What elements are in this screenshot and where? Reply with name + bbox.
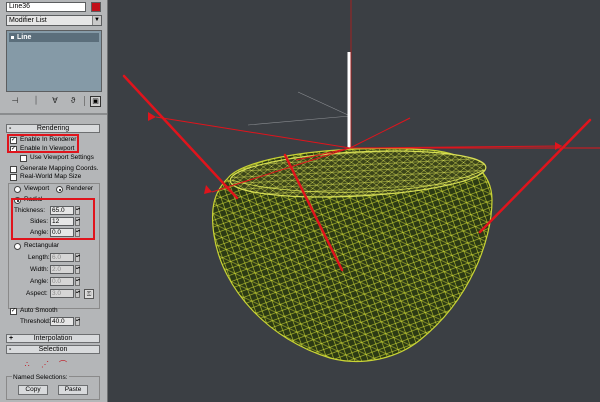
- selection-rollout-header[interactable]: - Selection: [6, 345, 100, 354]
- rect-angle-label: Angle:: [30, 278, 49, 285]
- auto-smooth-label: Auto Smooth: [20, 307, 58, 314]
- rectangular-radio[interactable]: [14, 243, 21, 250]
- width-input[interactable]: 2.0: [50, 265, 74, 274]
- stack-bullet-icon: [11, 36, 14, 39]
- use-viewport-settings-checkbox[interactable]: [20, 155, 27, 162]
- stack-item-label: Line: [17, 34, 32, 41]
- aspect-label: Aspect:: [26, 290, 48, 297]
- chevron-down-icon[interactable]: ▼: [92, 16, 101, 25]
- rendering-rollout-header[interactable]: - Rendering: [6, 124, 100, 133]
- segment-select-icon[interactable]: ⋰: [40, 360, 50, 370]
- rect-angle-input[interactable]: 0.0: [50, 277, 74, 286]
- toolbar-divider: [84, 96, 85, 106]
- rollout-title: Rendering: [36, 125, 70, 132]
- vertex-select-icon[interactable]: ∴: [22, 360, 32, 370]
- copy-button[interactable]: Copy: [18, 385, 48, 395]
- paste-button[interactable]: Paste: [58, 385, 88, 395]
- width-spinner-icon[interactable]: ▴▾: [75, 265, 80, 274]
- length-label: Length:: [28, 254, 50, 261]
- highlight-enable-box: [7, 134, 79, 153]
- object-color-swatch[interactable]: [91, 2, 101, 12]
- rollout-title: Selection: [38, 346, 68, 353]
- highlight-radial-box: [11, 198, 95, 240]
- rollout-title: Interpolation: [33, 335, 73, 342]
- aspect-spinner-icon[interactable]: ▴▾: [75, 289, 80, 298]
- rect-angle-spinner-icon[interactable]: ▴▾: [75, 277, 80, 286]
- rectangular-label: Rectangular: [24, 242, 60, 249]
- make-unique-icon[interactable]: ∀: [50, 96, 60, 106]
- threshold-label: Threshold:: [20, 318, 51, 325]
- named-selections-label: Named Selections:: [12, 374, 69, 382]
- stack-item-line[interactable]: Line: [9, 33, 99, 42]
- pin-stack-icon[interactable]: ⊣: [10, 96, 20, 106]
- collapse-icon: -: [9, 346, 12, 353]
- generate-mapping-coords-checkbox[interactable]: [10, 166, 17, 173]
- spline-select-icon[interactable]: ⌒: [58, 360, 68, 370]
- panel-divider: [0, 113, 107, 115]
- modifier-list-dropdown[interactable]: Modifier List ▼: [6, 15, 102, 26]
- collapse-icon: -: [9, 125, 12, 132]
- threshold-spinner-icon[interactable]: ▴▾: [75, 317, 80, 326]
- configure-modifier-sets-icon[interactable]: ▣: [90, 96, 101, 107]
- auto-smooth-checkbox[interactable]: ✓: [10, 308, 17, 315]
- real-world-map-size-checkbox[interactable]: [10, 174, 17, 181]
- command-panel: Line36 Modifier List ▼ Line ⊣ ⏐ ∀ ϑ ▣ - …: [0, 0, 108, 402]
- object-name-field[interactable]: Line36: [6, 2, 86, 12]
- show-end-result-icon[interactable]: ⏐: [31, 96, 41, 106]
- threshold-input[interactable]: 40.0: [50, 317, 74, 326]
- length-input[interactable]: 6.0: [50, 253, 74, 262]
- real-world-map-size-label: Real-World Map Size: [20, 173, 82, 180]
- modifier-list-label: Modifier List: [9, 17, 47, 24]
- length-spinner-icon[interactable]: ▴▾: [75, 253, 80, 262]
- lock-aspect-icon[interactable]: ⚿: [84, 289, 94, 299]
- perspective-viewport[interactable]: [108, 0, 600, 402]
- generate-mapping-coords-label: Generate Mapping Coords.: [20, 165, 99, 172]
- use-viewport-settings-label: Use Viewport Settings: [30, 154, 94, 161]
- stack-toolbar: ⊣ ⏐ ∀ ϑ ▣: [6, 96, 102, 108]
- modifier-stack[interactable]: Line: [6, 30, 102, 92]
- width-label: Width:: [30, 266, 49, 273]
- expand-icon: +: [9, 335, 14, 342]
- aspect-input[interactable]: 3.0: [50, 289, 74, 298]
- remove-modifier-icon[interactable]: ϑ: [68, 96, 78, 106]
- interpolation-rollout-header[interactable]: + Interpolation: [6, 334, 100, 343]
